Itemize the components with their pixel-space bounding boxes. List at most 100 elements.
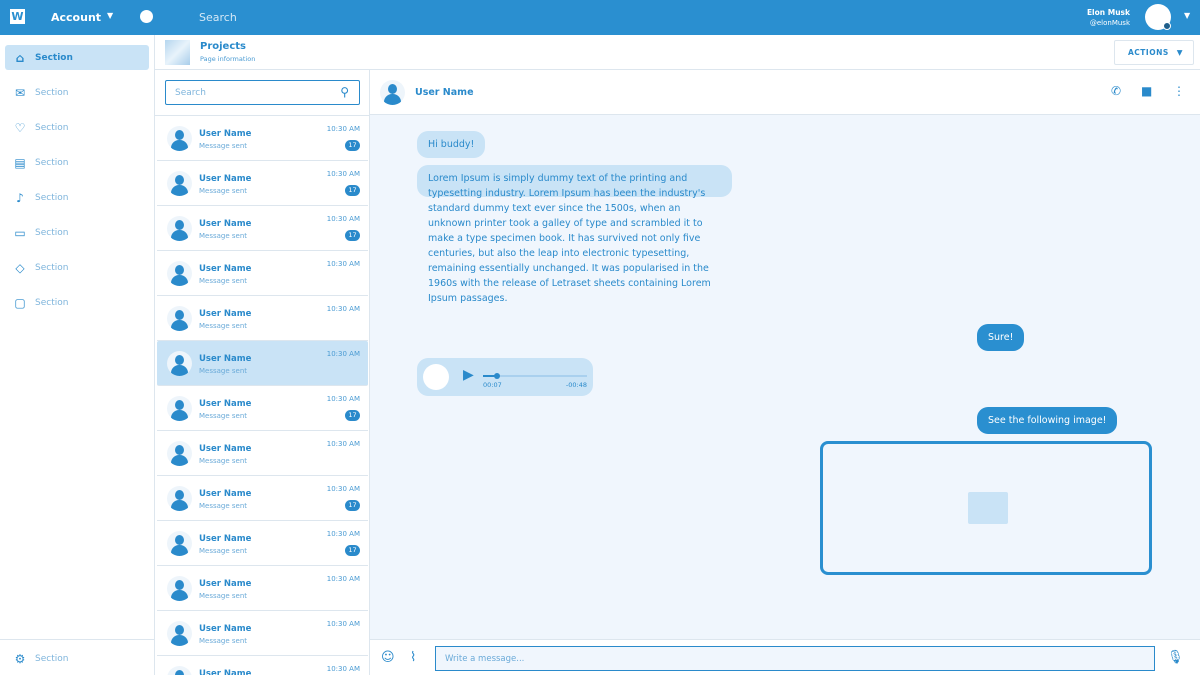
avatar (167, 531, 192, 556)
mail-icon: ✉ (14, 85, 26, 100)
account-menu[interactable]: Account (51, 11, 101, 24)
audio-message: ▶ 00:07 -00:48 (417, 358, 593, 396)
folder-icon: ▭ (14, 225, 26, 240)
row-user-name: User Name (199, 219, 252, 229)
chevron-down-icon[interactable]: ▼ (1184, 11, 1190, 20)
logo[interactable]: W (10, 9, 25, 24)
sidebar-item-2[interactable]: ✉ Section (5, 80, 149, 105)
sidebar-item-5[interactable]: ♪ Section (5, 185, 149, 210)
conversation-row[interactable]: User NameMessage sent10:30 AM (157, 251, 368, 296)
row-message: Message sent (199, 322, 248, 330)
actions-button[interactable]: ACTIONS ▼ (1114, 40, 1194, 65)
image-icon (968, 492, 1008, 524)
unread-badge: 17 (345, 545, 360, 556)
conversation-row[interactable]: User Name Message sent 10:30 AM 17 (157, 521, 368, 566)
row-user-name: User Name (199, 579, 252, 589)
phone-icon[interactable]: ✆ (1111, 84, 1121, 98)
conversation-row[interactable]: User Name Message sent 10:30 AM 17 (157, 206, 368, 251)
message-incoming: Lorem Ipsum is simply dummy text of the … (417, 165, 732, 312)
avatar (167, 261, 192, 286)
search-icon[interactable]: ⚲ (340, 85, 349, 99)
conversation-row[interactable]: User Name Message sent 10:30 AM 17 (157, 116, 368, 161)
sidebar-item-label: Section (35, 122, 69, 133)
row-user-name: User Name (199, 309, 252, 319)
row-message: Message sent (199, 547, 248, 555)
sidebar-item-label: Section (35, 653, 69, 664)
avatar[interactable] (1145, 4, 1171, 30)
avatar (380, 80, 405, 105)
message-outgoing: See the following image! (977, 407, 1118, 434)
sidebar-item-4[interactable]: ▤ Section (5, 150, 149, 175)
attachment-icon[interactable]: ⌇ (410, 650, 416, 665)
row-message: Message sent (199, 187, 248, 195)
chat-user-name[interactable]: User Name (415, 87, 474, 98)
avatar (167, 441, 192, 466)
sidebar: ⚙ Section ⌂ Section ✉ Section ♡ Section ▤ Sectio… (0, 35, 155, 675)
avatar (167, 306, 192, 331)
row-time: 10:30 AM (326, 530, 360, 538)
chevron-down-icon[interactable]: ▼ (107, 11, 113, 20)
conversation-row[interactable]: User Name Message sent 10:30 AM 17 (157, 476, 368, 521)
heart-icon: ♡ (14, 120, 26, 135)
avatar (167, 171, 192, 196)
user-name: Elon Musk (1086, 8, 1130, 17)
page-header: Projects Page information ACTIONS ▼ (155, 35, 1200, 70)
avatar (167, 486, 192, 511)
sidebar-item-8[interactable]: ▢ Section (5, 290, 149, 315)
conversation-row[interactable]: User NameMessage sent10:30 AM (157, 656, 368, 675)
sidebar-item-label: Section (35, 192, 69, 203)
conversation-row[interactable]: User NameMessage sent10:30 AM (157, 431, 368, 476)
row-message: Message sent (199, 367, 248, 375)
chat-panel: User Name ✆ ■ ⋮ Hi buddy! Lorem Ipsum is… (370, 70, 1200, 675)
avatar (167, 576, 192, 601)
conversation-row[interactable]: User NameMessage sent10:30 AM (157, 296, 368, 341)
emoji-icon[interactable]: ☺ (381, 650, 395, 665)
chat-header: User Name ✆ ■ ⋮ (370, 70, 1200, 115)
row-user-name: User Name (199, 489, 252, 499)
conversation-row[interactable]: User Name Message sent 10:30 AM 17 (157, 161, 368, 206)
sidebar-item-3[interactable]: ♡ Section (5, 115, 149, 140)
home-icon: ⌂ (15, 50, 25, 65)
video-icon[interactable]: ■ (1141, 84, 1152, 98)
page-title: Projects (200, 41, 247, 52)
row-message: Message sent (199, 277, 248, 285)
unread-badge: 17 (345, 185, 360, 196)
chat-icon: ▢ (14, 295, 26, 310)
conversation-search-input[interactable]: Search ⚲ (165, 80, 360, 105)
row-time: 10:30 AM (326, 215, 360, 223)
message-input[interactable]: Write a message... (435, 646, 1155, 671)
microphone-icon[interactable]: 🎙 (1167, 650, 1184, 665)
conversation-row[interactable]: User NameMessage sent10:30 AM (157, 341, 368, 386)
conversation-row[interactable]: User Name Message sent 10:30 AM 17 (157, 386, 368, 431)
row-user-name: User Name (199, 534, 252, 544)
avatar (167, 216, 192, 241)
sidebar-item-label: Section (35, 87, 69, 98)
sidebar-item-6[interactable]: ▭ Section (5, 220, 149, 245)
search-placeholder: Search (175, 88, 206, 98)
unread-badge: 17 (345, 500, 360, 511)
row-message: Message sent (199, 232, 248, 240)
avatar (167, 126, 192, 151)
unread-badge: 17 (345, 140, 360, 151)
sidebar-item-label: Section (35, 52, 73, 63)
sidebar-item-1[interactable]: ⌂ Section (5, 45, 149, 70)
actions-label: ACTIONS (1128, 48, 1169, 57)
sidebar-item-settings[interactable]: ⚙ Section (5, 646, 149, 671)
user-handle: @elonMusk (1089, 19, 1130, 27)
globe-icon[interactable] (140, 10, 153, 23)
image-message[interactable] (820, 441, 1152, 575)
sidebar-item-7[interactable]: ◇ Section (5, 255, 149, 280)
row-message: Message sent (199, 637, 248, 645)
row-user-name: User Name (199, 129, 252, 139)
top-search-input[interactable]: Search (199, 11, 237, 24)
more-vertical-icon[interactable]: ⋮ (1173, 84, 1185, 98)
play-icon[interactable]: ▶ (463, 367, 474, 383)
document-icon: ▤ (14, 155, 26, 170)
row-time: 10:30 AM (326, 440, 360, 448)
conversation-row[interactable]: User NameMessage sent10:30 AM (157, 611, 368, 656)
top-bar: W Account ▼ Search Elon Musk @elonMusk ▼ (0, 0, 1200, 35)
audio-seek-bar[interactable] (483, 373, 587, 379)
conversation-row[interactable]: User NameMessage sent10:30 AM (157, 566, 368, 611)
row-time: 10:30 AM (326, 260, 360, 268)
row-message: Message sent (199, 412, 248, 420)
